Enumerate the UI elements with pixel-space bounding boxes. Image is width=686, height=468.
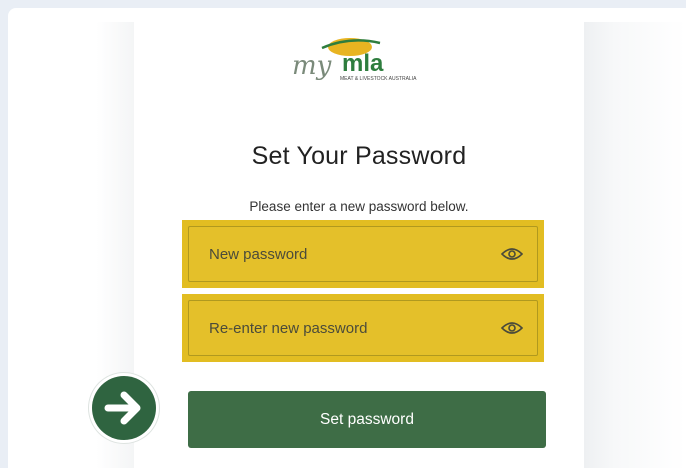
new-password-input[interactable] — [189, 227, 537, 281]
page-subtitle: Please enter a new password below. — [249, 199, 469, 214]
page-title: Set Your Password — [251, 142, 467, 170]
password-card: my mla MEAT & LIVESTOCK AUSTRALIA Set Yo… — [134, 22, 584, 468]
arrow-right-icon — [104, 391, 141, 425]
logo-brand-text: mla — [342, 50, 384, 77]
logo-tagline-text: MEAT & LIVESTOCK AUSTRALIA — [340, 76, 417, 82]
eye-icon[interactable] — [501, 246, 523, 262]
set-password-button[interactable]: Set password — [188, 391, 546, 448]
callout-arrow-badge — [92, 376, 156, 440]
right-backdrop — [584, 22, 686, 468]
logo-prefix-text: my — [292, 51, 332, 81]
eye-icon[interactable] — [501, 320, 523, 336]
confirm-password-input[interactable] — [189, 301, 537, 355]
new-password-highlight — [182, 220, 544, 288]
mla-logo-graphic: my mla MEAT & LIVESTOCK AUSTRALIA — [292, 38, 417, 82]
new-password-field — [188, 226, 538, 282]
confirm-password-field — [188, 300, 538, 356]
confirm-password-highlight — [182, 294, 544, 362]
mla-logo: my mla MEAT & LIVESTOCK AUSTRALIA — [284, 34, 434, 84]
